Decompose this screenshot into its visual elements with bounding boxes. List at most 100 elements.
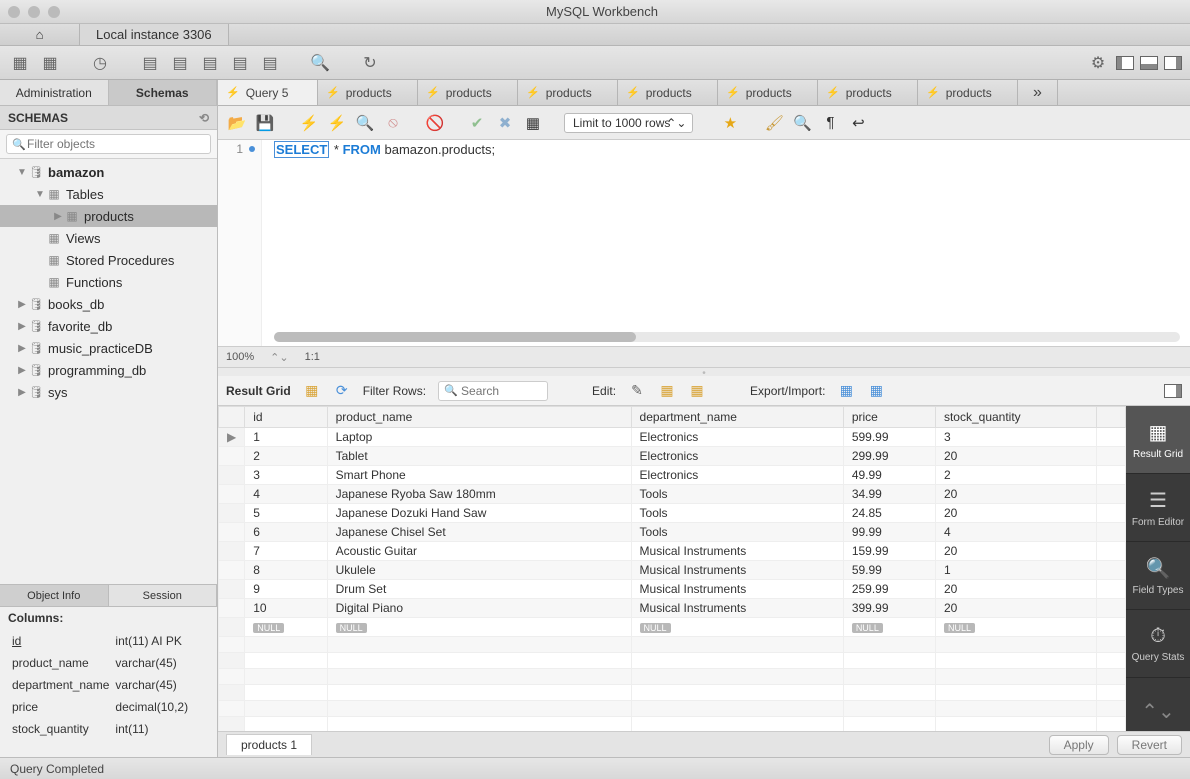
cell[interactable]: Electronics: [631, 447, 843, 466]
cell[interactable]: 599.99: [843, 428, 935, 447]
revert-button[interactable]: Revert: [1117, 735, 1182, 755]
filter-input[interactable]: [6, 134, 211, 154]
cell[interactable]: 259.99: [843, 580, 935, 599]
cell[interactable]: Musical Instruments: [631, 542, 843, 561]
insert-row-icon[interactable]: ▦: [658, 382, 676, 400]
cell[interactable]: 9: [245, 580, 327, 599]
open-sql-file-icon[interactable]: ▦: [38, 51, 62, 75]
row-marker[interactable]: ▶: [219, 428, 245, 447]
cell[interactable]: NULL: [631, 618, 843, 637]
rail-field-types[interactable]: 🔍Field Types: [1126, 542, 1190, 610]
save-file-icon[interactable]: 💾: [254, 112, 276, 134]
export-icon[interactable]: ▦: [837, 382, 855, 400]
cell[interactable]: 7: [245, 542, 327, 561]
cell[interactable]: 20: [935, 599, 1096, 618]
query-tab[interactable]: ⚡products: [418, 80, 518, 105]
cell[interactable]: 99.99: [843, 523, 935, 542]
cell[interactable]: Musical Instruments: [631, 580, 843, 599]
table-row[interactable]: NULLNULLNULLNULLNULL: [219, 618, 1126, 637]
table-products[interactable]: ▶▦products: [0, 205, 217, 227]
cell[interactable]: Tools: [631, 504, 843, 523]
tab-administration[interactable]: Administration: [0, 80, 109, 105]
query-tab[interactable]: ⚡products: [818, 80, 918, 105]
wrap-icon[interactable]: ↩: [847, 112, 869, 134]
schema-item[interactable]: ▶🛢favorite_db: [0, 315, 217, 337]
rail-scroll[interactable]: ⌃⌄: [1126, 691, 1190, 731]
reconnect-icon[interactable]: ↻: [358, 51, 382, 75]
row-marker[interactable]: [219, 504, 245, 523]
cell[interactable]: Japanese Chisel Set: [327, 523, 631, 542]
refresh-icon[interactable]: ⟲: [199, 111, 209, 125]
cell[interactable]: 159.99: [843, 542, 935, 561]
gear-icon[interactable]: ⚙: [1086, 51, 1110, 75]
search-icon[interactable]: 🔍: [308, 51, 332, 75]
cell[interactable]: 2: [935, 466, 1096, 485]
cell[interactable]: NULL: [245, 618, 327, 637]
tab-schemas[interactable]: Schemas: [109, 80, 218, 105]
cell[interactable]: Digital Piano: [327, 599, 631, 618]
execute-step-icon[interactable]: ⚡: [326, 112, 348, 134]
cell[interactable]: 2: [245, 447, 327, 466]
cell[interactable]: 10: [245, 599, 327, 618]
tab-object-info[interactable]: Object Info: [0, 585, 109, 606]
invisible-chars-icon[interactable]: ¶: [819, 112, 841, 134]
folder-functions[interactable]: ▦Functions: [0, 271, 217, 293]
cell[interactable]: Smart Phone: [327, 466, 631, 485]
cell[interactable]: 4: [245, 485, 327, 504]
more-tabs[interactable]: »: [1018, 80, 1058, 105]
delete-row-icon[interactable]: ▦: [688, 382, 706, 400]
find-icon[interactable]: 🔍: [791, 112, 813, 134]
table-row[interactable]: 7Acoustic GuitarMusical Instruments159.9…: [219, 542, 1126, 561]
table-row[interactable]: 3Smart PhoneElectronics49.992: [219, 466, 1126, 485]
toggle-autocommit-icon[interactable]: 🚫: [424, 112, 446, 134]
rail-query-stats[interactable]: ⏱Query Stats: [1126, 610, 1190, 678]
rail-form-editor[interactable]: ☰Form Editor: [1126, 474, 1190, 542]
import-icon[interactable]: ▦: [867, 382, 885, 400]
create-proc-icon[interactable]: ▤: [228, 51, 252, 75]
row-marker[interactable]: [219, 599, 245, 618]
create-view-icon[interactable]: ▤: [198, 51, 222, 75]
row-marker[interactable]: [219, 447, 245, 466]
tab-session[interactable]: Session: [109, 585, 218, 606]
cell[interactable]: 24.85: [843, 504, 935, 523]
row-marker[interactable]: [219, 523, 245, 542]
toggle-right-panel-icon[interactable]: [1164, 56, 1182, 70]
schema-item[interactable]: ▶🛢programming_db: [0, 359, 217, 381]
inspector-icon[interactable]: ◷: [88, 51, 112, 75]
cell[interactable]: Japanese Dozuki Hand Saw: [327, 504, 631, 523]
folder-stored-procedures[interactable]: ▦Stored Procedures: [0, 249, 217, 271]
cell[interactable]: Electronics: [631, 428, 843, 447]
explain-icon[interactable]: 🔍: [354, 112, 376, 134]
cell[interactable]: 59.99: [843, 561, 935, 580]
zoom-stepper-icon[interactable]: ⌃⌄: [270, 351, 288, 364]
brush-icon[interactable]: 🖌: [763, 112, 785, 134]
toggle-cell-panel-icon[interactable]: [1164, 382, 1182, 400]
cell[interactable]: 1: [245, 428, 327, 447]
row-marker[interactable]: [219, 561, 245, 580]
open-file-icon[interactable]: 📂: [226, 112, 248, 134]
cell[interactable]: 399.99: [843, 599, 935, 618]
row-marker[interactable]: [219, 580, 245, 599]
cell[interactable]: Tools: [631, 523, 843, 542]
query-tab[interactable]: ⚡products: [618, 80, 718, 105]
row-marker[interactable]: [219, 466, 245, 485]
query-tab[interactable]: ⚡Query 5: [218, 80, 318, 105]
cell[interactable]: NULL: [327, 618, 631, 637]
table-row[interactable]: 2TabletElectronics299.9920: [219, 447, 1126, 466]
table-row[interactable]: 10Digital PianoMusical Instruments399.99…: [219, 599, 1126, 618]
editor-hscrollbar[interactable]: [274, 332, 1180, 342]
cell[interactable]: 20: [935, 580, 1096, 599]
cell[interactable]: Drum Set: [327, 580, 631, 599]
connection-tab[interactable]: Local instance 3306: [80, 24, 229, 45]
cell[interactable]: 49.99: [843, 466, 935, 485]
toggle-bottom-panel-icon[interactable]: [1140, 56, 1158, 70]
table-row[interactable]: 8UkuleleMusical Instruments59.991: [219, 561, 1126, 580]
row-marker[interactable]: [219, 542, 245, 561]
query-tab[interactable]: ⚡products: [318, 80, 418, 105]
schema-bamazon[interactable]: ▼🛢bamazon: [0, 161, 217, 183]
cell[interactable]: NULL: [935, 618, 1096, 637]
column-header[interactable]: department_name: [631, 407, 843, 428]
cell[interactable]: 3: [935, 428, 1096, 447]
sql-editor[interactable]: 1 SELECT * FROM bamazon.products;: [218, 140, 1190, 346]
execute-icon[interactable]: ⚡: [298, 112, 320, 134]
